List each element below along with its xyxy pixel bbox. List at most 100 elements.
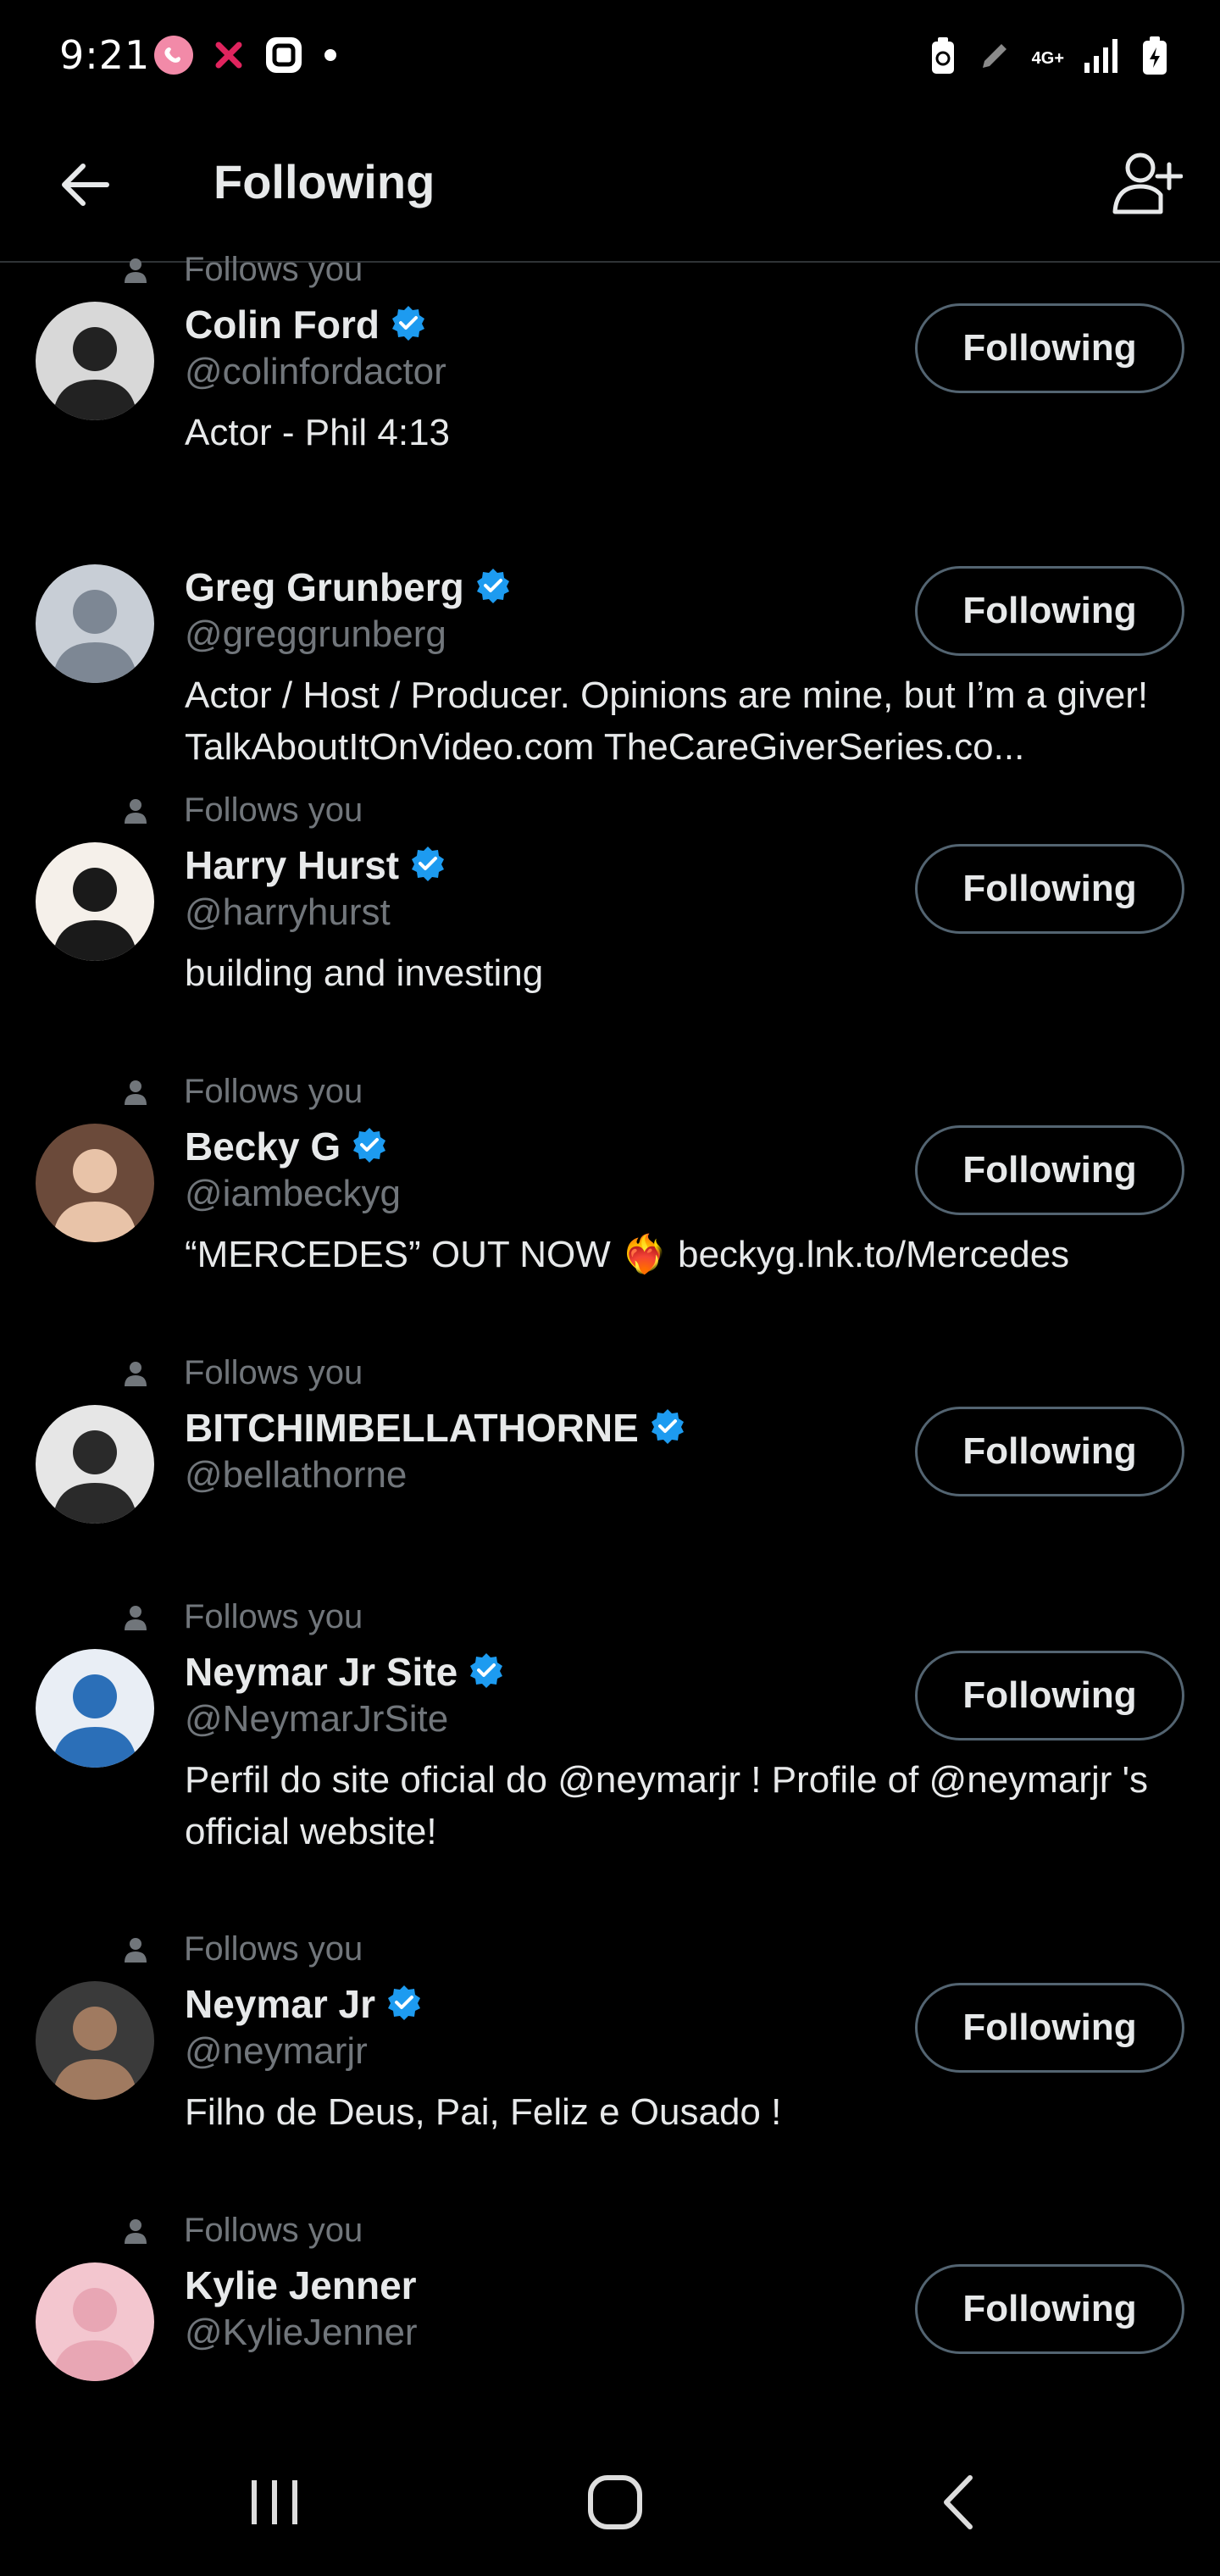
follows-you-label: Follows you	[121, 1930, 363, 1968]
avatar[interactable]	[36, 2262, 154, 2381]
dot-icon	[324, 48, 337, 66]
verified-badge-icon	[351, 1126, 388, 1168]
page-title: Following	[214, 155, 435, 208]
person-icon	[121, 256, 150, 289]
follows-you-text: Follows you	[184, 1354, 363, 1391]
back-nav-button[interactable]	[908, 2466, 1010, 2542]
display-name[interactable]: Greg Grunberg	[185, 564, 464, 610]
person-icon	[121, 797, 150, 830]
name-line: Neymar Jr Site	[185, 1649, 505, 1695]
status-bar: 9:21 4G+	[0, 0, 1220, 119]
add-user-button[interactable]	[1105, 142, 1190, 227]
back-button[interactable]	[51, 153, 119, 220]
name-line: Harry Hurst	[185, 842, 446, 888]
x-icon	[214, 40, 244, 75]
follows-you-text: Follows you	[184, 791, 363, 829]
name-line: Greg Grunberg	[185, 564, 512, 610]
display-name[interactable]: Becky G	[185, 1124, 341, 1169]
handle: @colinfordactor	[185, 351, 446, 392]
person-icon	[121, 1935, 150, 1968]
person-icon	[121, 1078, 150, 1111]
avatar[interactable]	[36, 842, 154, 961]
recent-apps-icon	[245, 2477, 304, 2532]
handle: @greggrunberg	[185, 613, 446, 655]
following-button[interactable]: Following	[915, 303, 1184, 393]
network-type: 4G+	[1031, 48, 1064, 68]
name-line: Neymar Jr	[185, 1981, 423, 2027]
status-left-icons	[152, 34, 337, 80]
display-name[interactable]: BITCHIMBELLATHORNE	[185, 1405, 639, 1451]
person-add-icon	[1112, 151, 1184, 219]
person-icon	[121, 2217, 150, 2250]
status-time: 9:21	[59, 32, 151, 78]
follows-you-text: Follows you	[184, 1598, 363, 1635]
home-icon	[585, 2473, 645, 2536]
handle: @KylieJenner	[185, 2312, 418, 2353]
handle: @bellathorne	[185, 1454, 408, 1496]
signal-icon	[1083, 37, 1122, 79]
verified-badge-icon	[385, 1984, 423, 2025]
person-icon	[121, 1603, 150, 1636]
name-line: Kylie Jenner	[185, 2262, 417, 2308]
recent-apps-button[interactable]	[224, 2466, 325, 2542]
bio: Filho de Deus, Pai, Feliz e Ousado !	[185, 2091, 782, 2133]
arrow-left-icon	[58, 161, 112, 213]
name-line: Colin Ford	[185, 302, 427, 347]
avatar[interactable]	[36, 1405, 154, 1524]
system-nav-bar	[0, 2423, 1220, 2576]
display-name[interactable]: Colin Ford	[185, 302, 380, 347]
verified-badge-icon	[468, 1652, 505, 1693]
handle: @iambeckyg	[185, 1173, 401, 1214]
follows-you-text: Follows you	[184, 1073, 363, 1110]
verified-badge-icon	[649, 1407, 686, 1449]
bio: Actor / Host / Producer. Opinions are mi…	[185, 675, 1149, 768]
display-name[interactable]: Neymar Jr Site	[185, 1649, 458, 1695]
whatsapp-icon	[152, 34, 195, 80]
home-button[interactable]	[564, 2466, 666, 2542]
display-name[interactable]: Kylie Jenner	[185, 2262, 417, 2308]
name-line: BITCHIMBELLATHORNE	[185, 1405, 686, 1451]
status-right-icons: 4G+	[929, 36, 1169, 80]
following-button[interactable]: Following	[915, 1983, 1184, 2073]
chevron-left-icon	[938, 2473, 980, 2536]
display-name[interactable]: Neymar Jr	[185, 1981, 375, 2027]
name-line: Becky G	[185, 1124, 388, 1169]
handle: @harryhurst	[185, 891, 391, 933]
follows-you-label: Follows you	[121, 251, 363, 289]
verified-badge-icon	[409, 845, 446, 886]
following-button[interactable]: Following	[915, 2264, 1184, 2354]
verified-badge-icon	[390, 304, 427, 346]
threads-icon	[263, 34, 305, 80]
avatar[interactable]	[36, 1649, 154, 1768]
following-button[interactable]: Following	[915, 1407, 1184, 1496]
follows-you-text: Follows you	[184, 251, 363, 288]
verified-badge-icon	[474, 567, 512, 608]
bio: Actor - Phil 4:13	[185, 412, 451, 453]
battery-saver-icon	[929, 36, 957, 80]
following-button[interactable]: Following	[915, 1125, 1184, 1215]
following-button[interactable]: Following	[915, 844, 1184, 934]
pen-icon	[976, 37, 1013, 79]
bio: “MERCEDES” OUT NOW ❤️‍🔥 beckyg.lnk.to/Me…	[185, 1234, 1070, 1275]
follows-you-text: Follows you	[184, 1930, 363, 1968]
avatar[interactable]	[36, 564, 154, 683]
follows-you-label: Follows you	[121, 1354, 363, 1392]
avatar[interactable]	[36, 302, 154, 420]
battery-icon	[1140, 36, 1169, 80]
handle: @neymarjr	[185, 2030, 368, 2072]
bio: Perfil do site oficial do @neymarjr ! Pr…	[185, 1759, 1148, 1852]
follows-you-label: Follows you	[121, 1598, 363, 1636]
following-button[interactable]: Following	[915, 1651, 1184, 1740]
follows-you-label: Follows you	[121, 1073, 363, 1111]
person-icon	[121, 1359, 150, 1392]
follows-you-text: Follows you	[184, 2212, 363, 2249]
avatar[interactable]	[36, 1981, 154, 2100]
bio: building and investing	[185, 952, 544, 994]
app-bar: Following	[0, 119, 1220, 263]
handle: @NeymarJrSite	[185, 1698, 449, 1740]
following-button[interactable]: Following	[915, 566, 1184, 656]
follows-you-label: Follows you	[121, 2212, 363, 2250]
display-name[interactable]: Harry Hurst	[185, 842, 399, 888]
avatar[interactable]	[36, 1124, 154, 1242]
follows-you-label: Follows you	[121, 791, 363, 830]
